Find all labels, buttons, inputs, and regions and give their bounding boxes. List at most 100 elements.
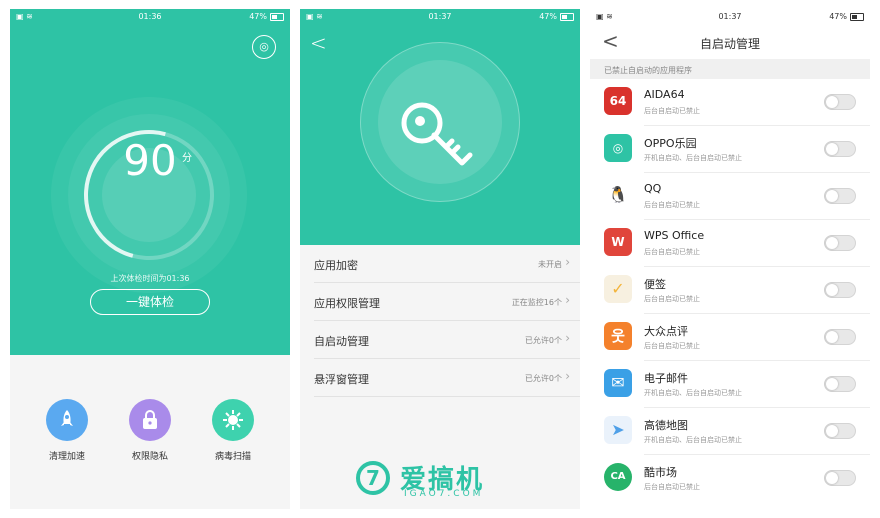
app-status: 开机自启动、后台自启动已禁止: [644, 389, 742, 397]
tool-privacy[interactable]: 权限隐私: [120, 399, 180, 462]
list-item-notes: ✓ 便签 后台自启动已禁止: [590, 267, 870, 314]
status-time: 01:37: [718, 12, 742, 21]
list-item-coolmarket: CA 酷市场 后台自启动已禁止: [590, 455, 870, 502]
score-value: 90: [123, 136, 177, 185]
autostart-toggle[interactable]: [824, 470, 856, 486]
app-name: OPPO乐园: [644, 137, 697, 150]
chevron-right-icon: ›: [565, 369, 570, 383]
app-status: 后台自启动已禁止: [644, 295, 700, 303]
row-value: 正在监控16个: [511, 298, 562, 307]
status-time: 01:36: [138, 12, 162, 21]
aida64-icon: 64: [604, 87, 632, 115]
tool-label: 权限隐私: [131, 452, 168, 462]
chevron-right-icon: ›: [565, 331, 570, 345]
autostart-toggle[interactable]: [824, 141, 856, 157]
app-name: 大众点评: [644, 325, 688, 338]
autostart-toggle[interactable]: [824, 282, 856, 298]
app-status: 后台自启动已禁止: [644, 201, 700, 209]
row-title: 应用加密: [314, 259, 358, 272]
app-status: 开机自启动、后台自启动已禁止: [644, 436, 742, 444]
toggle-knob: [826, 472, 838, 484]
autostart-toggle[interactable]: [824, 188, 856, 204]
coolmarket-icon: CA: [604, 463, 632, 491]
tool-virus-scan[interactable]: 病毒扫描: [203, 399, 263, 462]
section-title: 已禁止自启动的应用程序: [604, 66, 692, 75]
autostart-toggle[interactable]: [824, 376, 856, 392]
row-autostart-management[interactable]: 自启动管理 已允许0个 ›: [314, 321, 580, 359]
wechat-icon[interactable]: ◎: [252, 35, 276, 59]
list-item-oppo-paradise: ◎ OPPO乐园 开机自启动、后台自启动已禁止: [590, 126, 870, 173]
app-name: 便签: [644, 278, 666, 291]
back-chevron-icon[interactable]: <: [310, 31, 327, 55]
virus-icon: [212, 399, 254, 441]
toggle-knob: [826, 425, 838, 437]
app-name: 电子邮件: [644, 372, 688, 385]
score-unit: 分: [182, 153, 192, 164]
row-permission-management[interactable]: 应用权限管理 正在监控16个 ›: [314, 283, 580, 321]
settings-list: 应用加密 未开启 › 应用权限管理 正在监控16个 › 自启动管理 已允许0个 …: [300, 245, 580, 397]
security-home-screen: ▣ ≋ 01:36 47% ◎ 90 分 上次体检时间为01:36 一键体检 清…: [10, 9, 290, 509]
last-check-time: 上次体检时间为01:36: [110, 274, 190, 283]
autostart-management-screen: ▣ ≋ 01:37 47% < 自启动管理 已禁止自启动的应用程序 64 AID…: [590, 9, 870, 509]
autostart-toggle[interactable]: [824, 329, 856, 345]
status-time: 01:37: [428, 12, 452, 21]
nav-bar: < 自启动管理: [590, 25, 870, 59]
rocket-icon: [46, 399, 88, 441]
app-name: 酷市场: [644, 466, 677, 479]
security-settings-screen: ▣ ≋ 01:37 47% < 应用加密 未开启 › 应用权限管理 正在监控16…: [300, 9, 580, 509]
toggle-knob: [826, 190, 838, 202]
row-title: 悬浮窗管理: [314, 373, 369, 386]
app-status: 后台自启动已禁止: [644, 483, 700, 491]
row-value: 已允许0个: [524, 374, 562, 383]
battery-status: 47%: [249, 12, 284, 21]
toggle-knob: [826, 96, 838, 108]
tool-clean-boost[interactable]: 清理加速: [37, 399, 97, 462]
row-floating-window-management[interactable]: 悬浮窗管理 已允许0个 ›: [314, 359, 580, 397]
autostart-toggle[interactable]: [824, 94, 856, 110]
app-name: WPS Office: [644, 229, 705, 242]
list-item-dianping: 웃 大众点评 后台自启动已禁止: [590, 314, 870, 361]
app-name: 高德地图: [644, 419, 688, 432]
row-title: 应用权限管理: [314, 297, 380, 310]
battery-icon: [270, 12, 284, 21]
notes-check-icon: ✓: [604, 275, 632, 303]
toggle-knob: [826, 237, 838, 249]
toggle-knob: [826, 284, 838, 296]
page-title: 自启动管理: [699, 37, 760, 51]
email-envelope-icon: ✉: [604, 369, 632, 397]
status-bar: ▣ ≋ 01:37 47%: [590, 9, 870, 25]
watermark-badge: 7: [356, 461, 390, 495]
key-icon: [401, 102, 473, 166]
list-item-amap: ➤ 高德地图 开机自启动、后台自启动已禁止: [590, 408, 870, 455]
app-name: QQ: [644, 182, 662, 195]
one-click-check-button[interactable]: 一键体检: [90, 289, 210, 315]
app-status: 后台自启动已禁止: [644, 342, 700, 350]
toggle-knob: [826, 378, 838, 390]
row-value: 已允许0个: [524, 336, 562, 345]
list-item-email: ✉ 电子邮件 开机自启动、后台自启动已禁止: [590, 361, 870, 408]
chevron-right-icon: ›: [565, 293, 570, 307]
app-status: 后台自启动已禁止: [644, 248, 700, 256]
battery-icon: [560, 12, 574, 21]
battery-status: 47%: [829, 12, 864, 21]
status-bar: ▣ ≋ 01:36 47%: [10, 9, 290, 25]
key-hero: ▣ ≋ 01:37 47% <: [300, 9, 580, 245]
app-status: 后台自启动已禁止: [644, 107, 700, 115]
row-value: 未开启: [538, 260, 562, 269]
tool-label: 病毒扫描: [214, 452, 251, 462]
app-status: 开机自启动、后台自启动已禁止: [644, 154, 742, 162]
battery-status: 47%: [539, 12, 574, 21]
watermark-url: IGAO7.COM: [404, 489, 484, 499]
battery-icon: [850, 12, 864, 21]
autostart-toggle[interactable]: [824, 235, 856, 251]
row-app-encryption[interactable]: 应用加密 未开启 ›: [314, 245, 580, 283]
app-name: AIDA64: [644, 88, 685, 101]
row-title: 自启动管理: [314, 335, 369, 348]
autostart-toggle[interactable]: [824, 423, 856, 439]
oppo-paradise-icon: ◎: [604, 134, 632, 162]
toggle-knob: [826, 331, 838, 343]
section-header: 已禁止自启动的应用程序: [590, 59, 870, 79]
wps-office-icon: W: [604, 228, 632, 256]
list-item-wps-office: W WPS Office 后台自启动已禁止: [590, 220, 870, 267]
status-bar: ▣ ≋ 01:37 47%: [300, 9, 580, 25]
